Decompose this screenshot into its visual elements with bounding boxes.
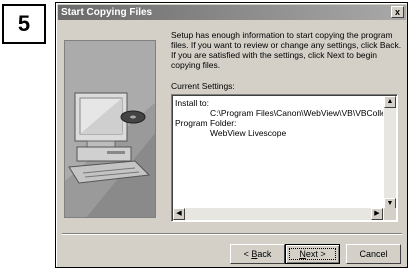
scroll-left-icon[interactable]: ◀ (173, 208, 185, 220)
scrollbar-corner (384, 208, 396, 220)
horizontal-scrollbar[interactable]: ◀ ▶ (173, 208, 383, 220)
settings-line: Install to: (175, 98, 210, 108)
intro-text: Setup has enough information to start co… (171, 30, 402, 70)
settings-line: WebView Livescope (210, 128, 287, 138)
separator (62, 233, 402, 235)
vertical-scrollbar[interactable]: ▲ ▼ (384, 96, 396, 210)
computer-illustration-icon (65, 41, 155, 217)
scroll-up-icon[interactable]: ▲ (384, 96, 396, 108)
settings-textbox[interactable]: Install to: C:\Program Files\Canon\WebVi… (171, 94, 398, 222)
step-number-badge: 5 (2, 4, 46, 44)
settings-line: C:\Program Files\Canon\WebView\VB\VBColl… (210, 108, 383, 118)
next-button[interactable]: Next > (285, 244, 340, 264)
title-bar[interactable]: Start Copying Files x (58, 5, 406, 20)
setup-dialog: Start Copying Files x Setup has enough i… (55, 2, 408, 268)
settings-label: Current Settings: (171, 81, 235, 91)
window-title: Start Copying Files (61, 7, 153, 18)
back-button-label: ack (257, 249, 272, 259)
settings-content: Install to: C:\Program Files\Canon\WebVi… (175, 98, 383, 138)
close-icon[interactable]: x (391, 6, 404, 18)
back-button[interactable]: < Back (230, 244, 285, 264)
scroll-right-icon[interactable]: ▶ (371, 208, 383, 220)
cancel-button[interactable]: Cancel (346, 244, 401, 264)
computer-illustration (64, 40, 156, 218)
settings-line: Program Folder: (175, 118, 237, 128)
focus-rect (289, 248, 336, 260)
